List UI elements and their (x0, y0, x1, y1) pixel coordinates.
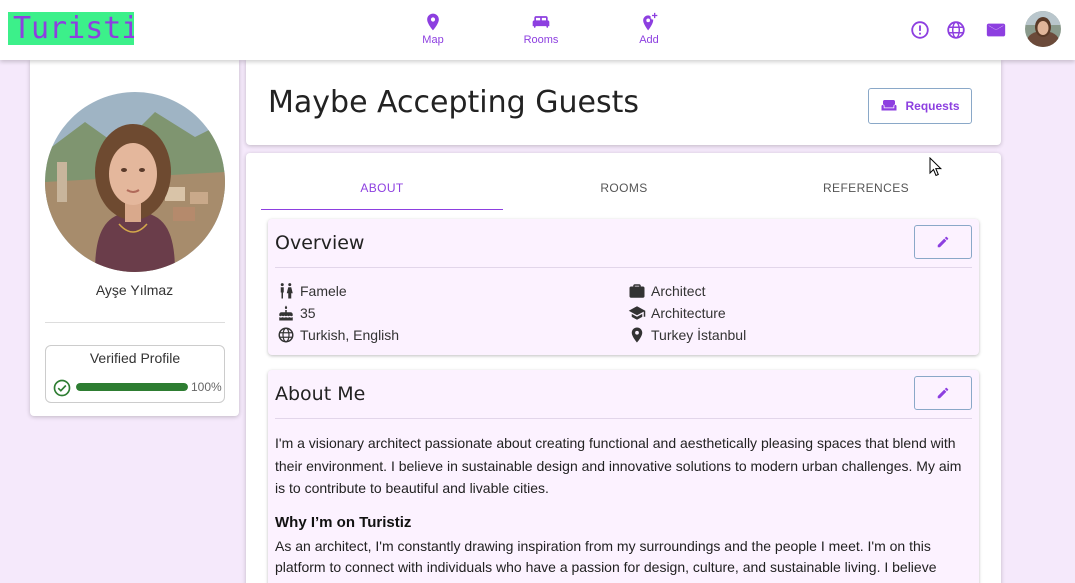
overview-section: Overview Famele 35 Turkish, English Arch… (268, 219, 979, 355)
cake-icon (279, 305, 293, 321)
why-on-turistiz-heading: Why I’m on Turistiz (275, 514, 412, 531)
status-header-card: Maybe Accepting Guests Requests (246, 60, 1001, 145)
bed-icon (532, 16, 550, 28)
gender-value: Famele (300, 283, 347, 299)
profile-divider (45, 322, 225, 323)
verified-profile-box: Verified Profile 100% (45, 345, 225, 403)
pencil-icon (937, 387, 949, 399)
location-info: Turkey İstanbul (628, 326, 746, 344)
overview-divider (275, 267, 972, 268)
age-info: 35 (277, 304, 316, 322)
nav-add-label: Add (639, 34, 659, 46)
location-value: Turkey İstanbul (651, 327, 747, 343)
verified-profile-title: Verified Profile (89, 350, 181, 366)
languages-value: Turkish, English (300, 327, 400, 343)
occupation-value: Architect (651, 283, 706, 299)
app-logo[interactable]: Turistiz (8, 12, 134, 45)
edit-about-button[interactable] (914, 376, 972, 410)
verified-progress-fill (76, 383, 188, 391)
profile-photo-image (45, 92, 225, 272)
about-me-divider (275, 418, 972, 419)
about-me-section: About Me I'm a visionary architect passi… (268, 370, 979, 583)
briefcase-icon (629, 284, 645, 298)
about-me-title: About Me (275, 383, 366, 405)
mouse-cursor-icon (929, 157, 943, 177)
alert-circle-icon[interactable] (909, 19, 931, 41)
mail-icon[interactable] (985, 19, 1007, 41)
couch-icon (881, 100, 897, 111)
nav-add[interactable]: Add (619, 12, 679, 46)
nav-map[interactable]: Map (403, 12, 463, 46)
top-app-bar: Turistiz Map Rooms Add (0, 0, 1075, 60)
profile-photo (45, 92, 225, 272)
pencil-icon (937, 236, 949, 248)
add-location-icon (643, 12, 658, 31)
tab-rooms[interactable]: ROOMS (503, 153, 745, 210)
overview-title: Overview (275, 232, 365, 254)
tab-references[interactable]: REFERENCES (745, 153, 987, 210)
check-circle-icon (53, 379, 71, 397)
profile-name: Ayşe Yılmaz (95, 282, 174, 298)
requests-button-label: Requests (905, 99, 960, 113)
verified-progress-percent: 100% (191, 380, 222, 394)
languages-info: Turkish, English (277, 326, 399, 344)
nav-rooms-label: Rooms (523, 34, 559, 46)
map-pin-icon (427, 13, 439, 31)
profile-card: Ayşe Yılmaz Verified Profile 100% (30, 60, 239, 416)
graduation-cap-icon (628, 306, 646, 320)
edit-overview-button[interactable] (914, 225, 972, 259)
nav-map-label: Map (422, 34, 444, 46)
nav-rooms[interactable]: Rooms (511, 12, 571, 46)
avatar-image (1025, 11, 1061, 47)
occupation-info: Architect (628, 282, 705, 300)
verified-progress-bar (76, 383, 188, 391)
about-me-text: I'm a visionary architect passionate abo… (275, 435, 962, 496)
age-value: 35 (300, 305, 316, 321)
why-on-turistiz-text: As an architect, I'm constantly drawing … (275, 538, 937, 575)
page-title: Maybe Accepting Guests (268, 85, 639, 120)
globe-icon[interactable] (945, 19, 967, 41)
gender-info: Famele (277, 282, 347, 300)
globe-icon (278, 327, 294, 343)
education-info: Architecture (628, 304, 726, 322)
requests-button[interactable]: Requests (868, 88, 972, 124)
profile-content-card: ABOUT ROOMS REFERENCES Overview Famele 3… (246, 153, 1001, 583)
education-value: Architecture (651, 305, 726, 321)
tab-about[interactable]: ABOUT (261, 153, 503, 210)
location-pin-icon (631, 327, 643, 343)
user-avatar[interactable] (1025, 11, 1061, 47)
wc-gender-icon (280, 283, 293, 299)
